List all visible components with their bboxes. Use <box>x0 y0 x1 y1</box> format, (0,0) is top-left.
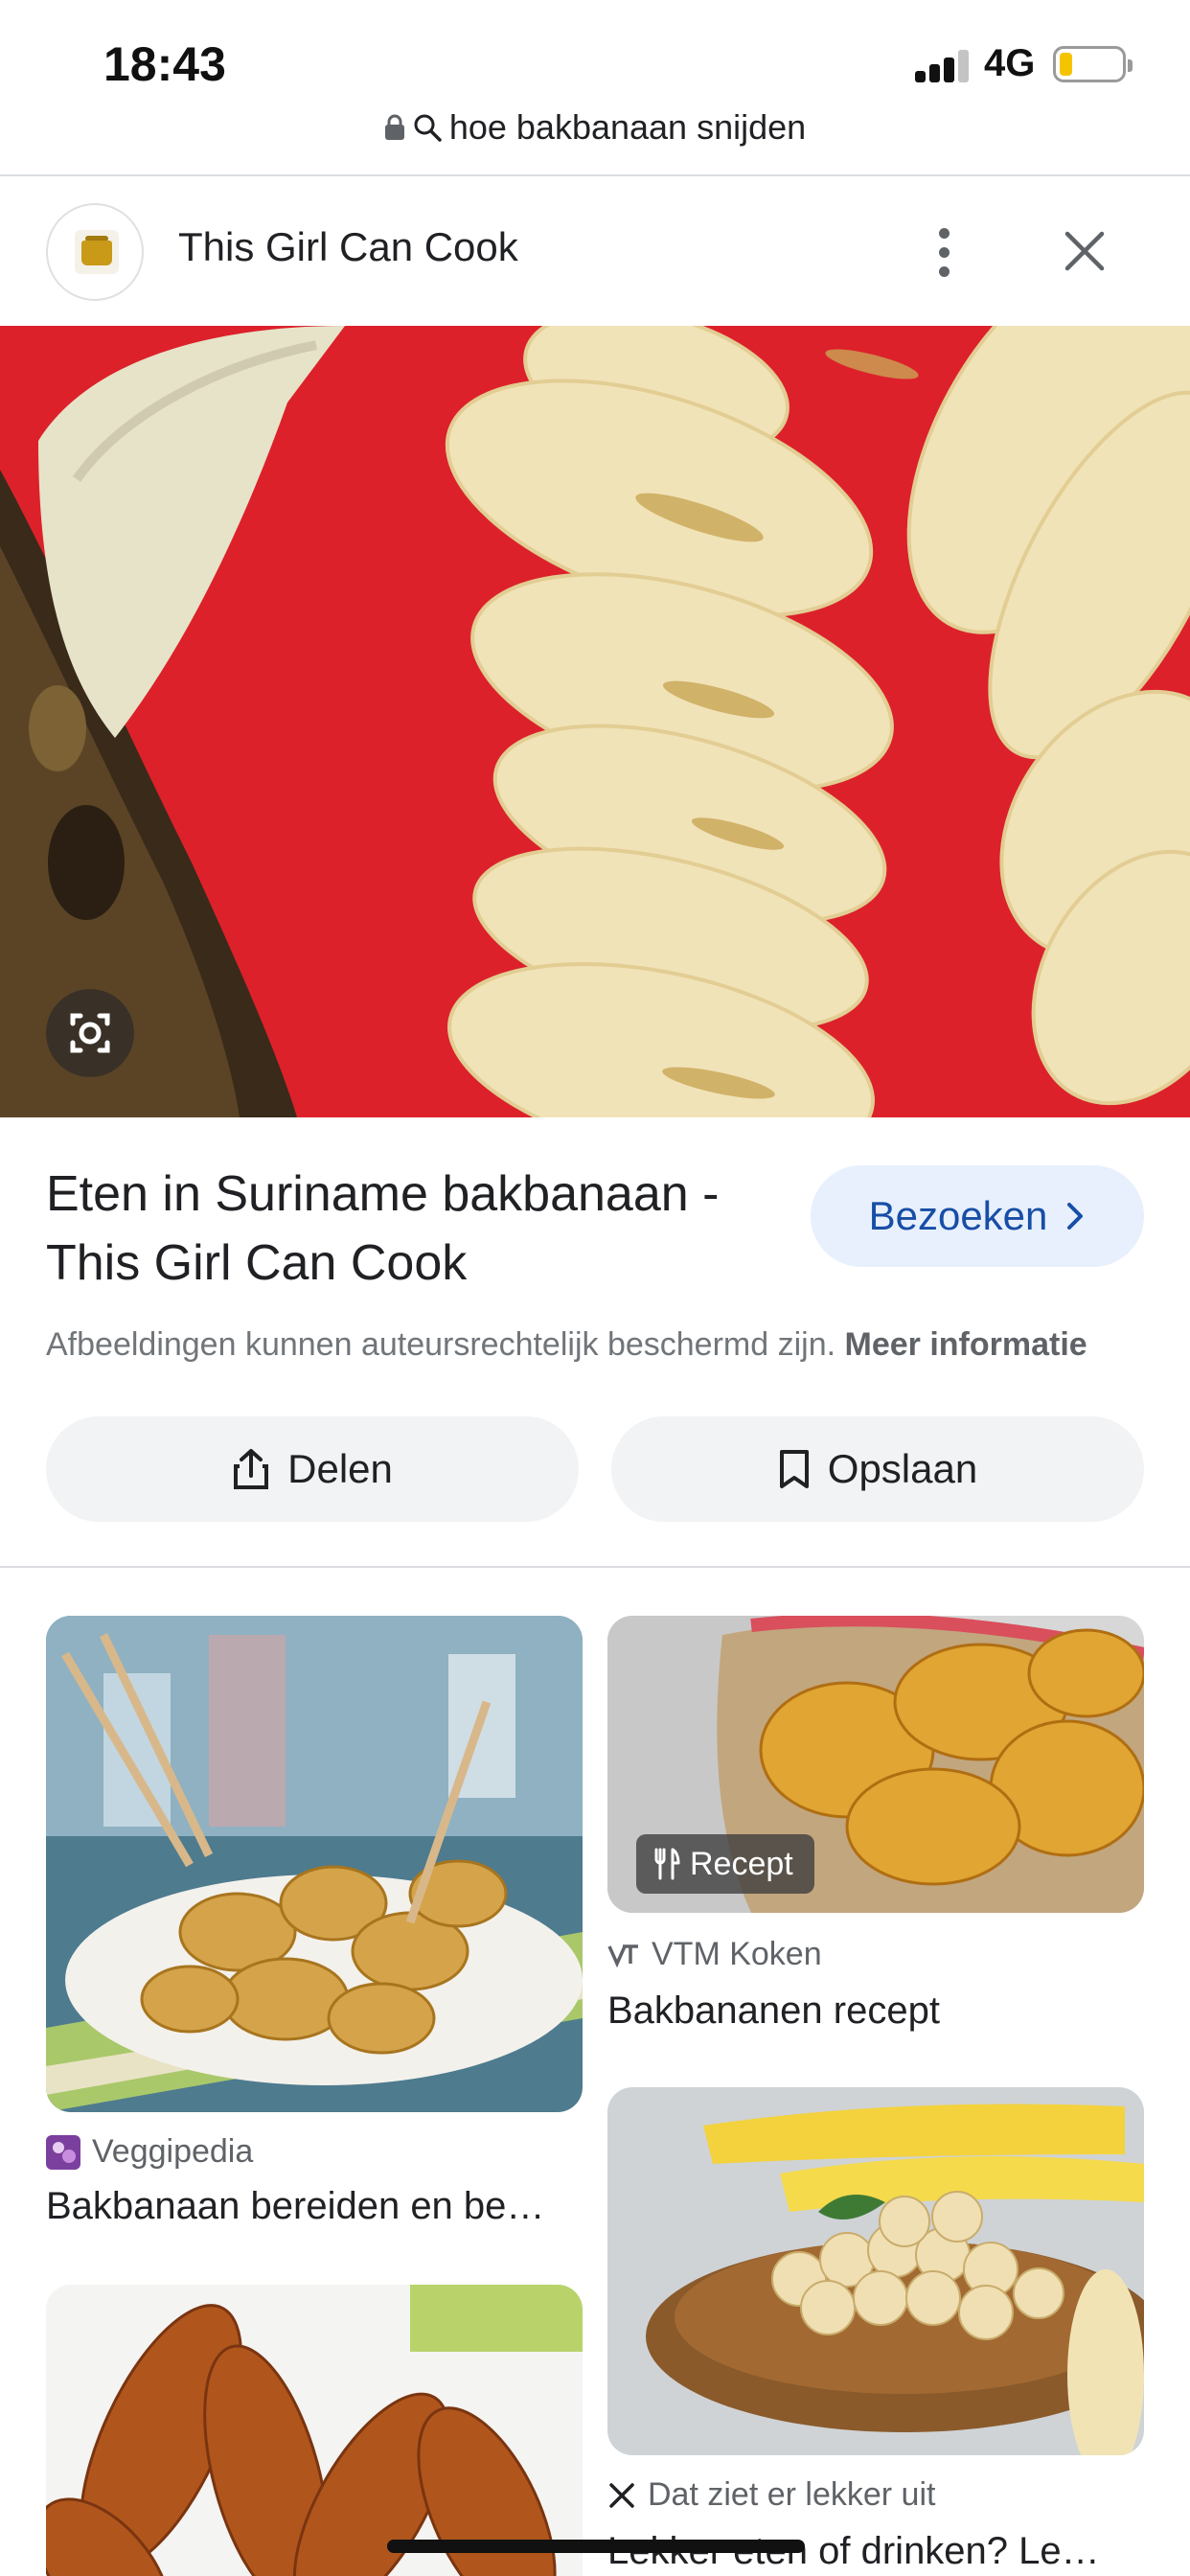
fork-knife-icon <box>654 1848 680 1880</box>
chevron-right-icon <box>1067 1203 1084 1230</box>
related-image-veggipedia[interactable] <box>46 1616 583 2112</box>
home-indicator[interactable] <box>387 2540 805 2553</box>
save-label: Opslaan <box>827 1446 978 1491</box>
visit-label: Bezoeken <box>868 1193 1048 1238</box>
related-source: Veggipedia <box>46 2133 253 2171</box>
related-source: VTM Koken <box>607 1936 822 1973</box>
related-image-fried-plantain[interactable] <box>46 2285 583 2576</box>
recipe-badge: Recept <box>636 1834 814 1894</box>
share-label: Delen <box>287 1446 393 1491</box>
status-time: 18:43 <box>103 37 226 91</box>
related-title[interactable]: Bakbanaan bereiden en be… <box>46 2185 583 2228</box>
site-name[interactable]: This Girl Can Cook <box>178 224 518 270</box>
lock-icon <box>384 114 404 140</box>
divider <box>0 1566 1190 1568</box>
network-type: 4G <box>984 42 1036 84</box>
more-info-link[interactable]: Meer informatie <box>845 1326 1087 1363</box>
vtm-logo-icon <box>607 1944 638 1967</box>
cutlery-cross-icon <box>609 2482 634 2508</box>
save-button[interactable]: Opslaan <box>611 1416 1144 1522</box>
url-query: hoe bakbanaan snijden <box>448 107 807 147</box>
status-bar: 18:43 4G <box>0 0 1190 115</box>
more-vert-icon[interactable] <box>926 224 964 282</box>
related-source: Dat ziet er lekker uit <box>607 2476 935 2514</box>
close-icon[interactable] <box>1058 224 1111 278</box>
related-title[interactable]: Bakbananen recept <box>607 1990 1144 2033</box>
related-image-vtm-koken[interactable]: Recept <box>607 1616 1144 1913</box>
signal-icon <box>915 50 971 82</box>
url-bar[interactable]: hoe bakbanaan snijden <box>0 107 1190 174</box>
bookmark-icon <box>779 1450 809 1488</box>
recipe-badge-label: Recept <box>690 1845 793 1882</box>
site-header: This Girl Can Cook <box>0 176 1190 326</box>
search-icon <box>414 114 442 142</box>
battery-icon <box>1053 46 1133 82</box>
google-lens-icon[interactable] <box>46 989 134 1077</box>
copyright-notice: Afbeeldingen kunnen auteursrechtelijk be… <box>46 1326 1157 1364</box>
plantain-slices-photo <box>0 326 1190 1117</box>
result-title[interactable]: Eten in Suriname bakbanaan - This Girl C… <box>46 1160 793 1298</box>
share-icon <box>234 1449 269 1489</box>
share-button[interactable]: Delen <box>46 1416 579 1522</box>
site-logo[interactable] <box>46 203 144 301</box>
related-image-dat-ziet-er-lekker-uit[interactable] <box>607 2087 1144 2455</box>
visit-button[interactable]: Bezoeken <box>811 1165 1144 1267</box>
hero-image[interactable] <box>0 326 1190 1117</box>
copyright-text: Afbeeldingen kunnen auteursrechtelijk be… <box>46 1326 836 1363</box>
veggipedia-logo-icon <box>46 2134 80 2170</box>
